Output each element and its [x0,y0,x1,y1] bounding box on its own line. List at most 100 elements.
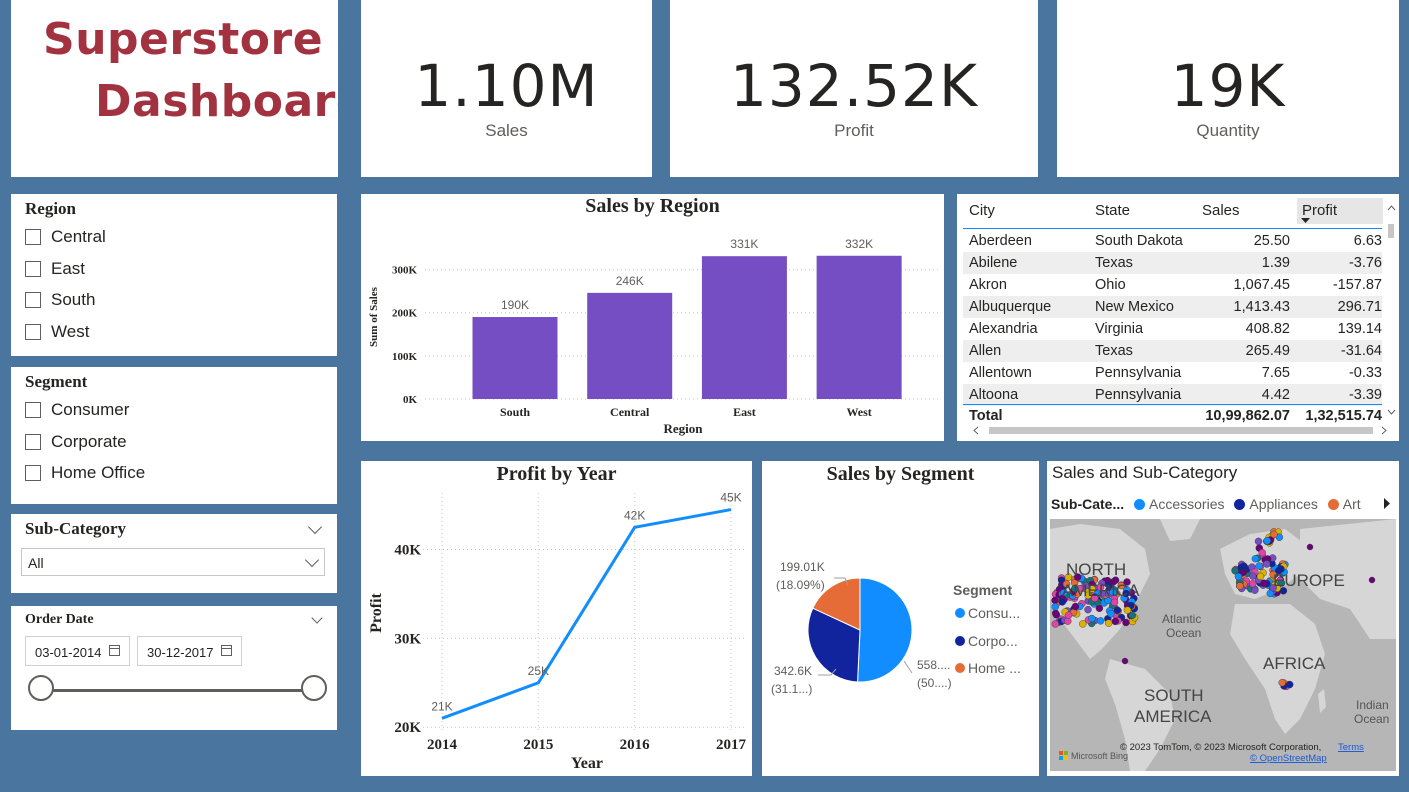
checkbox[interactable] [25,261,41,277]
region-option-south[interactable]: South [25,289,95,311]
map-legend-title: Sub-Cate... [1051,496,1125,512]
sort-descending-icon[interactable] [1301,218,1310,224]
segment-slicer-title: Segment [25,372,88,391]
date-range-start-handle[interactable] [28,675,54,701]
segment-option-corporate[interactable]: Corporate [25,431,127,453]
map-label-south: SOUTH [1144,686,1204,705]
vertical-scrollbar-thumb[interactable] [1388,224,1394,238]
subcategory-dropdown[interactable]: All [21,548,325,576]
legend-marker-corporate [955,636,965,646]
legend-item-home-office[interactable]: Home ... [968,660,1021,676]
sales-subcategory-map[interactable]: Sales and Sub-Category Sub-Cate... Acces… [1047,461,1399,776]
data-label: 190K [501,298,529,312]
date-range-end-handle[interactable] [301,675,327,701]
chevron-down-icon[interactable] [311,612,323,624]
legend-marker-accessories [1134,499,1146,510]
profit-by-year-chart[interactable]: Profit by Year Profit Year 20K 30K 40K 201… [361,461,752,776]
map-data-point [1084,605,1092,614]
horizontal-scrollbar-thumb[interactable] [989,427,1373,434]
checkbox[interactable] [25,292,41,308]
date-range-slider-track[interactable] [41,689,316,692]
map-data-point [1249,572,1257,580]
option-label: South [51,290,96,309]
map-data-point [1122,618,1130,627]
bar-central [587,292,673,399]
y-axis-label: Sum of Sales [368,286,380,347]
legend-marker-consumer [955,608,965,618]
bar-west [816,255,902,399]
pie-label-home-office-value: 199.01K [780,560,825,574]
checkbox[interactable] [25,229,41,245]
scroll-up-icon[interactable] [1387,205,1396,211]
dashboard-title-line-1: Superstore [43,14,324,65]
kpi-quantity-label: Quantity [1196,121,1260,140]
bar-east [701,256,787,399]
segment-option-consumer[interactable]: Consumer [25,399,129,421]
profit-by-year-plot: Profit Year 20K 30K 40K 2014 2015 2016 2017 2… [368,491,747,772]
region-option-west[interactable]: West [25,321,89,343]
region-option-east[interactable]: East [25,258,85,280]
end-date-input[interactable]: 30-12-2017 [137,636,242,666]
map-data-point [1251,555,1260,563]
option-label: Corporate [51,432,127,451]
checkbox[interactable] [25,465,41,481]
calendar-icon[interactable] [221,645,232,656]
map-legend-accessories[interactable]: Accessories [1149,496,1224,512]
sales-by-region-chart[interactable]: Sales by Region Sum of Sales Region 0K 10… [361,194,944,441]
table-row[interactable]: Aberdeen South Dakota 25.50 6.63 [963,230,1382,252]
map-data-point [1251,586,1259,594]
map-legend-art[interactable]: Art [1343,496,1361,512]
table-row[interactable]: Akron Ohio 1,067.45 -157.87 [963,274,1382,296]
city-sales-table[interactable]: City State Sales Profit Aberdeen South Da… [957,194,1399,441]
map-data-point [1368,576,1376,584]
legend-next-icon[interactable] [1383,498,1391,509]
y-tick-label: 100K [392,351,418,363]
table-row[interactable]: Allentown Pennsylvania 7.65 -0.33 [963,362,1382,384]
cell-sales: 265.49 [1245,343,1290,359]
header-divider [963,228,1382,229]
column-header-city[interactable]: City [969,202,995,219]
microsoft-logo-icon [1064,751,1068,755]
checkbox[interactable] [25,434,41,450]
table-row[interactable]: Altoona Pennsylvania 4.42 -3.39 [963,384,1382,406]
map-osm-link[interactable]: © OpenStreetMap [1250,753,1327,764]
kpi-card-sales[interactable]: 1.10M Sales [361,0,652,177]
kpi-card-quantity[interactable]: 19K Quantity [1057,0,1399,177]
region-slicer: Region Central East South West [11,194,337,356]
scroll-down-icon[interactable] [1387,409,1396,415]
cell-profit: -157.87 [1332,277,1382,293]
checkbox[interactable] [25,402,41,418]
sales-by-segment-chart[interactable]: Sales by Segment 199.01K (18.09%) 342.6K… [762,461,1039,776]
chevron-down-icon[interactable] [307,519,323,535]
cell-sales: 4.42 [1261,387,1290,403]
legend-item-consumer[interactable]: Consu... [968,605,1020,621]
start-date-value: 03-01-2014 [35,645,102,660]
table-row[interactable]: Abilene Texas 1.39 -3.76 [963,252,1382,274]
start-date-input[interactable]: 03-01-2014 [25,636,130,666]
map-legend-appliances[interactable]: Appliances [1249,496,1318,512]
region-option-central[interactable]: Central [25,226,106,248]
scroll-left-icon[interactable] [973,426,979,435]
map-terms-link[interactable]: Terms [1338,742,1364,753]
scroll-right-icon[interactable] [1381,426,1387,435]
table-row[interactable]: Alexandria Virginia 408.82 139.14 [963,318,1382,340]
column-header-profit[interactable]: Profit [1302,202,1337,219]
kpi-profit-value: 132.52K [730,52,978,120]
dashboard-title-line-2: Dashboard [95,76,338,127]
cell-state: New Mexico [1095,299,1174,315]
total-label: Total [969,408,1003,424]
cell-profit: 296.71 [1337,299,1382,315]
table-row[interactable]: Allen Texas 265.49 -31.64 [963,340,1382,362]
world-map[interactable]: NORTH AMERICA EUROPE Atlantic Ocean AFRI… [1050,519,1396,771]
map-label-north: NORTH [1066,560,1126,579]
calendar-icon[interactable] [109,645,120,656]
data-label: 42K [624,508,645,522]
legend-item-corporate[interactable]: Corpo... [968,633,1018,649]
column-header-sales[interactable]: Sales [1202,202,1240,219]
kpi-card-profit[interactable]: 132.52K Profit [670,0,1038,177]
checkbox[interactable] [25,324,41,340]
column-header-state[interactable]: State [1095,202,1130,219]
subcategory-slicer-title: Sub-Category [25,519,127,538]
segment-option-home-office[interactable]: Home Office [25,462,145,484]
table-row[interactable]: Albuquerque New Mexico 1,413.43 296.71 [963,296,1382,318]
